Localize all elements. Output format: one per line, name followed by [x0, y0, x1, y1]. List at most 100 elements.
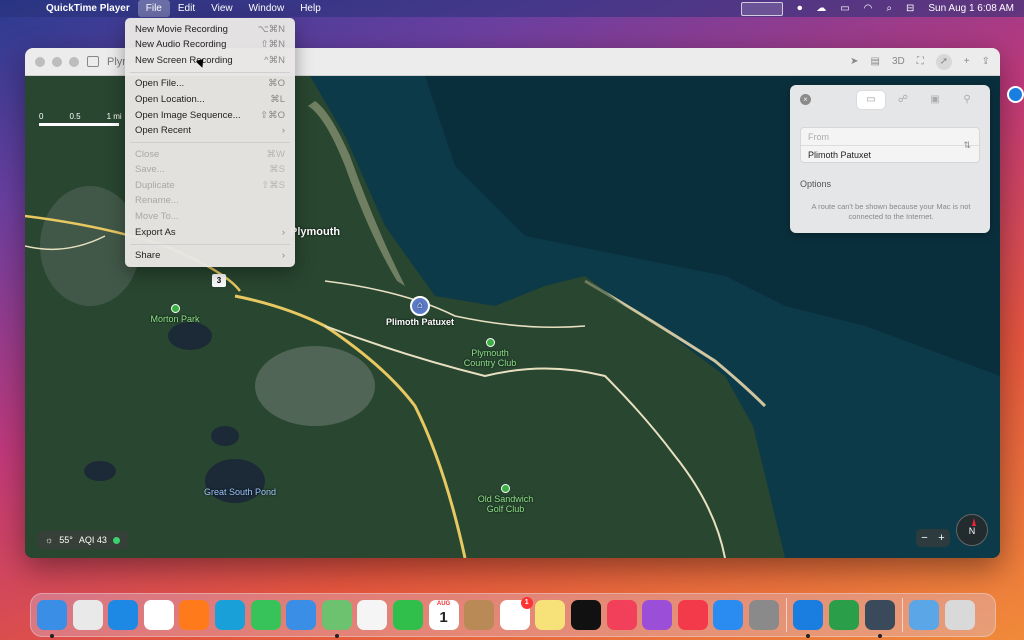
menu-item-label: Close: [135, 149, 160, 160]
tracking-icon[interactable]: ➚: [935, 54, 952, 70]
minimize-window-button[interactable]: [52, 57, 62, 67]
place-morton-park[interactable]: Morton Park: [145, 304, 205, 325]
menu-item-export-as[interactable]: Export As ›: [125, 225, 295, 240]
menu-item-rename[interactable]: Rename...: [125, 193, 295, 208]
dock-app-store-icon[interactable]: [713, 600, 744, 630]
menu-item-open-file[interactable]: Open File... ⌘O: [125, 76, 295, 91]
menu-item-duplicate[interactable]: Duplicate ⇧⌘S: [125, 178, 295, 193]
dock-mail-icon[interactable]: [286, 600, 317, 630]
dock-photos-icon[interactable]: [357, 600, 388, 630]
battery-icon[interactable]: ▭: [840, 0, 849, 17]
menu-item-new-screen-recording[interactable]: New Screen Recording ^⌘N: [125, 53, 295, 68]
walk-mode-icon[interactable]: ☍: [889, 91, 917, 109]
dock-edge-icon[interactable]: [214, 600, 245, 630]
dock-reminders-icon[interactable]: 1: [499, 597, 533, 630]
dock-messages-icon[interactable]: [250, 600, 281, 630]
dock-facetime-icon[interactable]: [392, 600, 423, 630]
dock-tv-icon[interactable]: [570, 600, 601, 630]
menu-item-open-image-sequence[interactable]: Open Image Sequence... ⇧⌘O: [125, 108, 295, 123]
zoom-window-button[interactable]: [69, 57, 79, 67]
dock-system-preferences-icon[interactable]: [748, 600, 779, 630]
menu-item-shortcut: ⌘S: [269, 164, 285, 175]
wifi-icon[interactable]: ◠: [864, 0, 873, 17]
dock-podcasts-icon[interactable]: [642, 600, 673, 630]
cycle-mode-icon[interactable]: ⚲: [953, 91, 981, 109]
dock-quicktime-player-icon[interactable]: [864, 600, 895, 638]
menu-item-new-movie-recording[interactable]: New Movie Recording ⌥⌘N: [125, 22, 295, 37]
share-icon[interactable]: ⇪: [982, 54, 990, 70]
running-indicator: [877, 634, 882, 638]
menu-file[interactable]: File: [137, 0, 170, 17]
scale-label-half: 0.5: [69, 112, 81, 121]
place-plymouth-country-club-label: Plymouth Country Club: [463, 348, 517, 368]
dock-terminal-app-icon[interactable]: [829, 600, 860, 630]
place-plymouth[interactable]: Plymouth: [290, 226, 340, 238]
teamviewer-side-icon[interactable]: [1007, 86, 1024, 103]
menubar-clock[interactable]: Sun Aug 1 6:08 AM: [928, 0, 1014, 17]
dock-finder-icon[interactable]: [37, 600, 67, 638]
menu-app-name[interactable]: QuickTime Player: [38, 0, 138, 17]
to-field[interactable]: Plimoth Patuxet: [808, 150, 871, 160]
close-directions-button[interactable]: ×: [800, 94, 811, 105]
maps-toolbar: ➤ ▤ 3D ⛶ ➚ + ⇪: [850, 54, 990, 70]
stop-recording-icon[interactable]: ⏺: [797, 0, 802, 17]
dock-notes-icon[interactable]: [535, 600, 566, 630]
control-center-icon[interactable]: ⊟: [906, 0, 914, 17]
golf-icon: [501, 484, 510, 493]
sidebar-toggle-icon[interactable]: [87, 56, 99, 67]
dock-contacts-icon[interactable]: [464, 600, 495, 630]
three-d-button[interactable]: 3D: [892, 54, 905, 70]
zoom-in-button[interactable]: +: [938, 532, 944, 544]
place-plimoth-patuxet[interactable]: ⌂ Plimoth Patuxet: [380, 296, 460, 328]
menu-item-label: Export As: [135, 227, 176, 238]
swap-icon[interactable]: ⇅: [963, 140, 971, 151]
dock-news-icon[interactable]: [677, 600, 708, 630]
menu-item-open-recent[interactable]: Open Recent ›: [125, 123, 295, 138]
dock-launchpad-icon[interactable]: [72, 600, 103, 630]
menu-item-new-audio-recording[interactable]: New Audio Recording ⇧⌘N: [125, 37, 295, 52]
submenu-chevron-icon: ›: [281, 227, 285, 238]
dock-chrome-icon[interactable]: [143, 600, 174, 630]
map-mode-icon[interactable]: ▤: [871, 54, 880, 70]
dock-downloads-icon[interactable]: [909, 600, 940, 630]
menu-edit[interactable]: Edit: [170, 0, 203, 17]
dock-teamviewer-icon[interactable]: [793, 600, 824, 638]
menu-item-close[interactable]: Close ⌘W: [125, 147, 295, 162]
zoom-out-button[interactable]: −: [921, 532, 927, 544]
menu-item-shortcut: ⌘W: [266, 149, 285, 160]
from-field[interactable]: From: [808, 132, 829, 142]
search-icon[interactable]: ⌕: [886, 0, 892, 17]
directions-icon[interactable]: ➤: [850, 54, 858, 70]
dock-calendar-icon[interactable]: AUG 1: [428, 600, 459, 630]
menu-view[interactable]: View: [203, 0, 241, 17]
place-great-south-pond[interactable]: Great South Pond: [200, 487, 280, 498]
place-plymouth-country-club[interactable]: Plymouth Country Club: [460, 338, 520, 369]
menu-item-share[interactable]: Share ›: [125, 248, 295, 263]
compass[interactable]: N: [956, 514, 988, 546]
transit-mode-icon[interactable]: ▣: [921, 91, 949, 109]
options-button[interactable]: Options: [800, 179, 831, 189]
place-old-sandwich-golf-club[interactable]: Old Sandwich Golf Club: [473, 484, 538, 515]
menu-window[interactable]: Window: [241, 0, 293, 17]
screen-recording-status-icon[interactable]: [741, 1, 784, 16]
close-window-button[interactable]: [35, 57, 45, 67]
cloud-icon[interactable]: ☁: [816, 0, 826, 17]
drive-mode-icon[interactable]: ▭: [857, 91, 885, 109]
dock-maps-icon[interactable]: [321, 600, 352, 638]
dock-separator: [786, 598, 788, 632]
menu-separator: [130, 244, 290, 245]
menu-item-open-location[interactable]: Open Location... ⌘L: [125, 92, 295, 107]
dock-trash-icon[interactable]: [944, 600, 975, 630]
look-around-icon[interactable]: ⛶: [917, 54, 924, 70]
directions-panel: × ▭ ☍ ▣ ⚲ From Plimoth Patuxet ⇅ Options…: [790, 85, 990, 233]
dock-firefox-icon[interactable]: [179, 600, 210, 630]
map-scale: 0 0.5 1 mi: [39, 112, 122, 126]
menu-item-label: Move To...: [135, 211, 179, 222]
menu-item-save[interactable]: Save... ⌘S: [125, 162, 295, 177]
add-icon[interactable]: +: [964, 54, 970, 70]
dock-music-icon[interactable]: [606, 600, 637, 630]
dock-safari-icon[interactable]: [108, 600, 139, 630]
weather-widget[interactable]: ☼ 55° AQI 43: [37, 531, 128, 549]
menu-help[interactable]: Help: [292, 0, 329, 17]
menu-item-move-to[interactable]: Move To...: [125, 209, 295, 224]
